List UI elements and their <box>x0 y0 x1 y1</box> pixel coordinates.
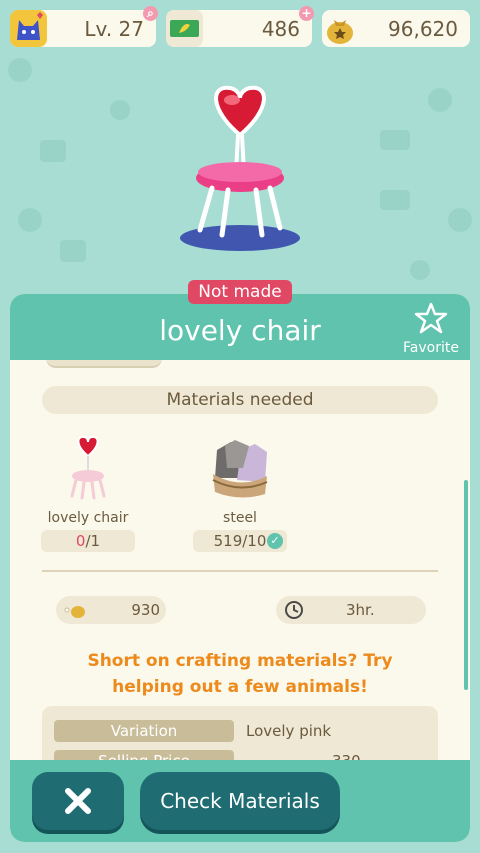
check-icon: ✓ <box>267 533 283 549</box>
level-info-icon[interactable]: ⌕ <box>143 6 158 21</box>
material-count: 0/1 <box>41 530 135 552</box>
help-text-line-1: Short on crafting materials? Try <box>87 651 393 671</box>
scrollbar[interactable] <box>464 480 468 690</box>
close-button[interactable] <box>32 772 124 830</box>
check-materials-button[interactable]: Check Materials <box>140 772 340 830</box>
selling-price-value: 330 <box>332 750 361 760</box>
craft-time-value: 3hr. <box>346 601 375 619</box>
clock-icon <box>284 600 304 629</box>
material-need: /1 <box>85 532 101 550</box>
help-text: Short on crafting materials? Try helping… <box>50 648 430 700</box>
leaf-ticket-icon <box>166 10 203 47</box>
collapsed-tab[interactable] <box>46 360 162 368</box>
add-tickets-icon[interactable]: + <box>299 6 314 21</box>
variation-value: Lovely pink <box>246 722 332 740</box>
leaf-ticket-display[interactable]: 486 + <box>166 6 314 47</box>
ticket-count: 486 <box>261 16 300 41</box>
bells-count: 96,620 <box>388 16 458 41</box>
material-quantity: 519/10 <box>213 532 267 550</box>
item-details: Variation Lovely pink Selling Price 330 <box>42 706 438 760</box>
material-name: lovely chair <box>47 510 129 526</box>
steel-icon <box>212 440 268 498</box>
materials-section-title: Materials needed <box>42 386 438 414</box>
not-made-badge: Not made <box>188 280 292 304</box>
variation-label: Variation <box>54 720 234 742</box>
lovely-chair-image <box>180 85 300 251</box>
bells-bag-icon <box>322 10 359 47</box>
favorite-button[interactable]: Favorite <box>398 302 464 356</box>
item-detail-panel: lovely chair Favorite Materials needed l… <box>10 294 470 842</box>
bells-cost: 930 <box>56 596 166 624</box>
lovely-chair-icon <box>70 435 106 500</box>
star-icon <box>414 302 448 334</box>
material-count: 519/10 ✓ <box>193 530 287 552</box>
bells-small-icon <box>64 596 86 633</box>
material-name: steel <box>223 510 257 526</box>
selling-price-label: Selling Price <box>54 750 234 760</box>
footer-actions: Check Materials <box>10 760 470 842</box>
status-bar: Lv. 27 ⌕ 486 + 96,620 <box>10 6 470 47</box>
craft-time: 3hr. <box>276 596 426 624</box>
bells-display: 96,620 <box>322 10 470 47</box>
material-steel[interactable]: steel 519/10 ✓ <box>185 434 295 552</box>
level-display[interactable]: Lv. 27 ⌕ <box>10 6 158 47</box>
player-face-icon <box>10 10 47 47</box>
level-text: Lv. 27 <box>84 16 144 41</box>
material-lovely-chair[interactable]: lovely chair 0/1 <box>33 434 143 552</box>
favorite-label: Favorite <box>403 340 459 356</box>
close-icon <box>65 788 91 814</box>
divider <box>42 570 438 572</box>
bells-cost-value: 930 <box>131 601 160 619</box>
scroll-content[interactable]: Materials needed lovely chair 0/1 steel <box>10 360 470 760</box>
help-text-line-2: helping out a few animals! <box>112 677 368 697</box>
